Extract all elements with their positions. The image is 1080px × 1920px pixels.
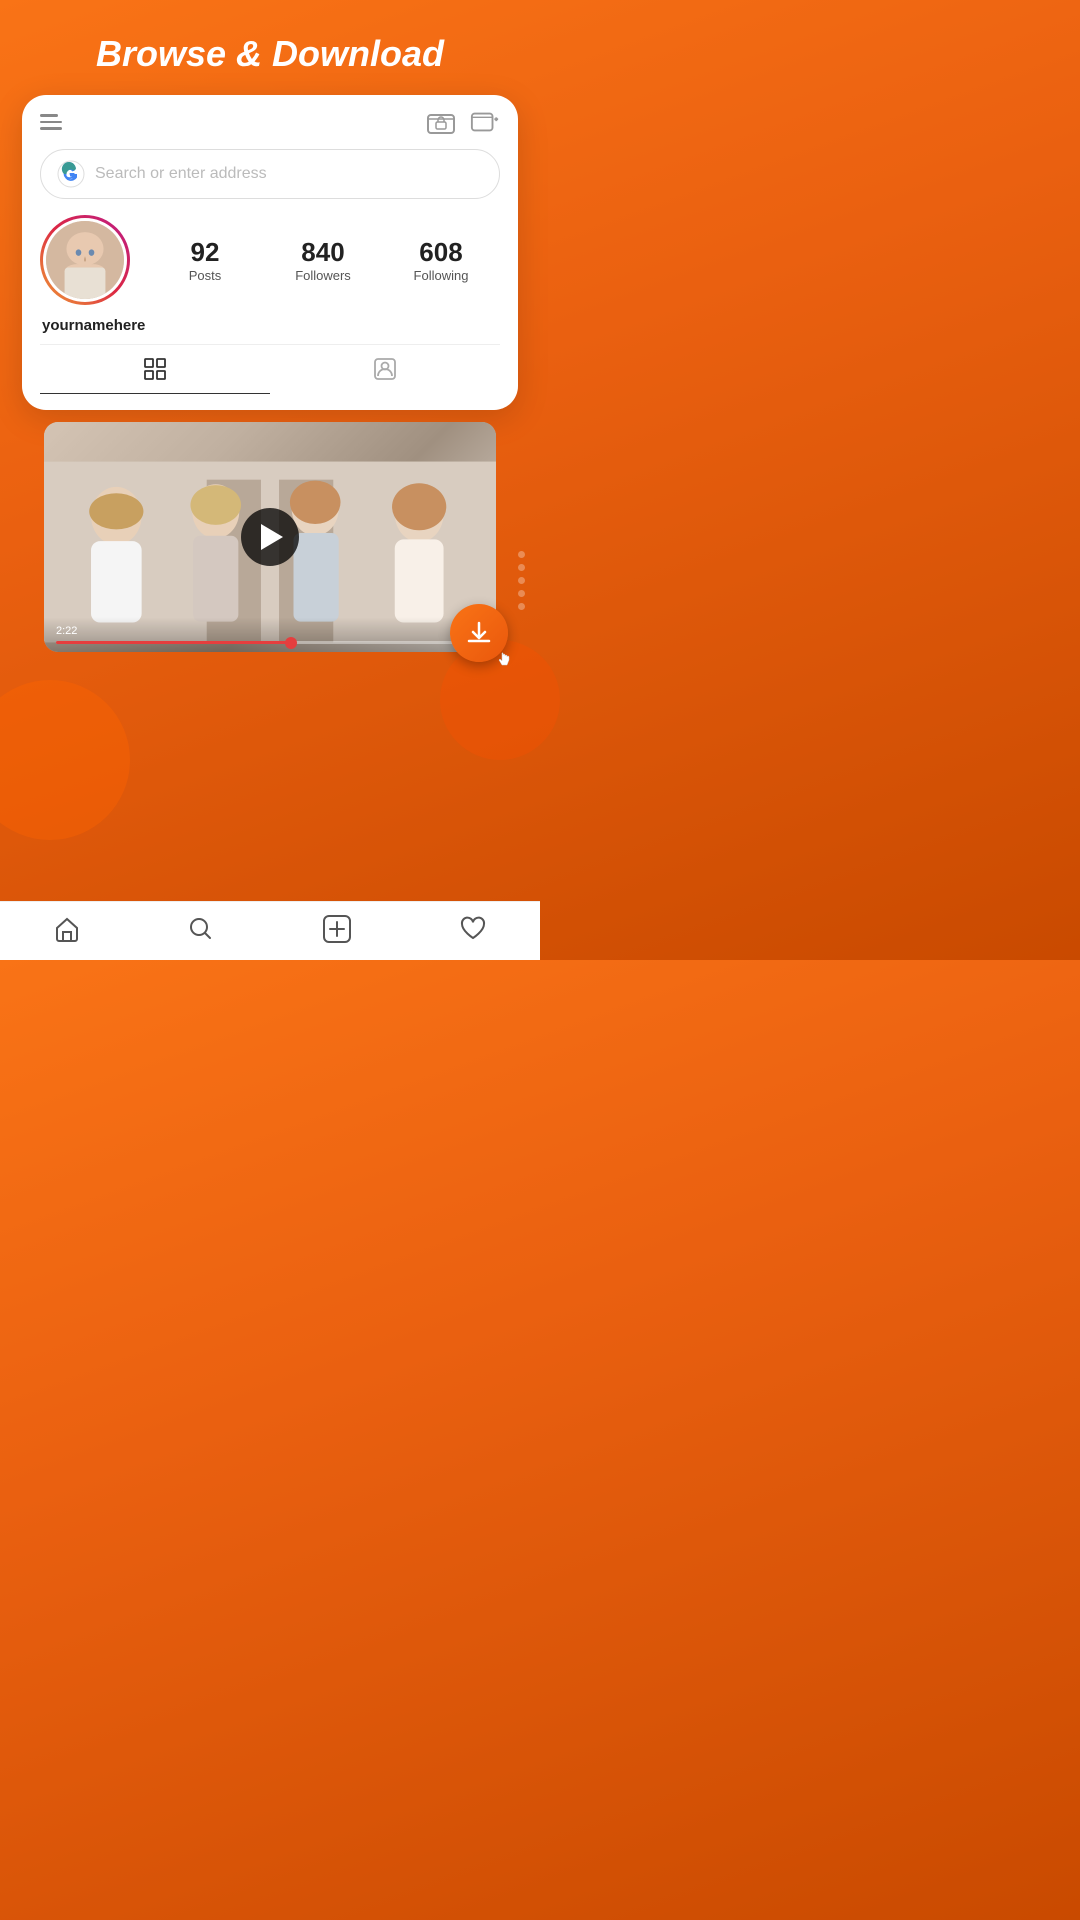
progress-fill (56, 641, 291, 644)
home-icon (54, 916, 80, 942)
progress-dot[interactable] (285, 637, 297, 649)
nav-add[interactable] (322, 914, 352, 944)
username: yournamehere (42, 317, 500, 334)
followers-stat: 840 Followers (264, 237, 382, 283)
google-icon: G (57, 160, 85, 188)
profile-tabs (40, 344, 500, 394)
nav-search[interactable] (188, 916, 214, 942)
add-icon (322, 914, 352, 944)
following-count: 608 (382, 237, 500, 268)
person-tag-icon (373, 357, 397, 381)
folder-lock-icon[interactable] (426, 109, 456, 135)
nav-home[interactable] (54, 916, 80, 942)
tab-grid[interactable] (40, 345, 270, 394)
new-tab-icon[interactable] (470, 109, 500, 135)
avatar (40, 215, 130, 305)
pointer-icon (496, 652, 512, 668)
profile-stats-row: 92 Posts 840 Followers 608 Following (40, 215, 500, 305)
browser-toolbar (22, 95, 518, 145)
hero-title: Browse & Download (0, 0, 540, 95)
bottom-nav (0, 901, 540, 960)
posts-label: Posts (146, 268, 264, 283)
download-button[interactable] (450, 604, 508, 662)
posts-count: 92 (146, 237, 264, 268)
posts-stat: 92 Posts (146, 237, 264, 283)
search-icon (188, 916, 214, 942)
browser-card: G Search or enter address (22, 95, 518, 410)
followers-label: Followers (264, 268, 382, 283)
search-bar[interactable]: G Search or enter address (40, 149, 500, 199)
grid-icon (143, 357, 167, 381)
followers-count: 840 (264, 237, 382, 268)
menu-icon[interactable] (40, 114, 62, 130)
video-area: 2:22 (22, 422, 518, 652)
video-timestamp: 2:22 (56, 625, 484, 637)
play-triangle-icon (261, 524, 283, 550)
video-panel[interactable]: 2:22 (44, 422, 496, 652)
tab-tagged[interactable] (270, 345, 500, 394)
following-label: Following (382, 268, 500, 283)
search-input-placeholder: Search or enter address (95, 165, 267, 183)
heart-icon (460, 916, 486, 942)
video-progress-bar[interactable]: 2:22 (44, 617, 496, 652)
profile-section: 92 Posts 840 Followers 608 Following you… (22, 215, 518, 410)
progress-track[interactable] (56, 641, 484, 644)
toolbar-icons (426, 109, 500, 135)
download-icon (465, 619, 493, 647)
nav-favorites[interactable] (460, 916, 486, 942)
play-button[interactable] (241, 508, 299, 566)
following-stat: 608 Following (382, 237, 500, 283)
